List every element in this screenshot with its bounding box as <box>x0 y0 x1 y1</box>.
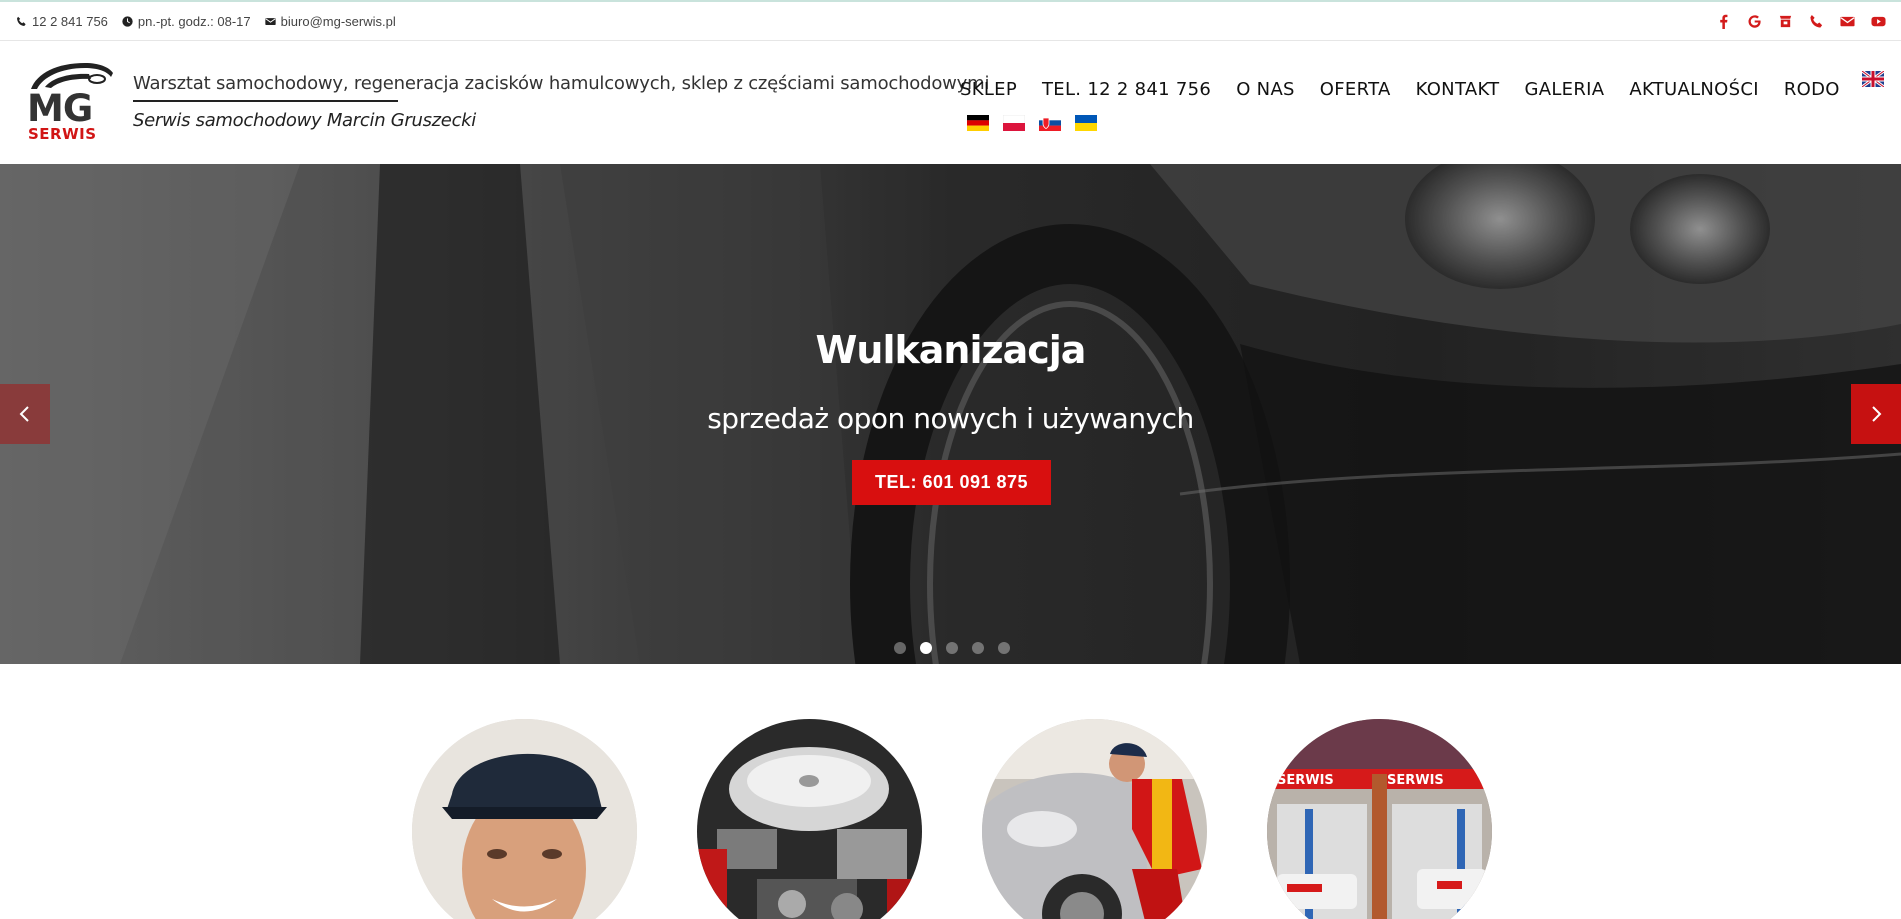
youtube-icon[interactable] <box>1869 13 1887 31</box>
hero-phone-button[interactable]: TEL: 601 091 875 <box>852 460 1051 505</box>
flag-pl-icon[interactable] <box>1002 114 1026 132</box>
topbar-hours: pn.-pt. godz.: 08-17 <box>122 14 251 29</box>
topbar-email-text: biuro@mg-serwis.pl <box>280 14 396 29</box>
nav-item-galeria[interactable]: GALERIA <box>1524 79 1604 100</box>
topbar-hours-text: pn.-pt. godz.: 08-17 <box>137 14 251 29</box>
slider-dot[interactable] <box>946 642 958 654</box>
slider-dot[interactable] <box>894 642 906 654</box>
svg-text:SERWIS: SERWIS <box>28 125 97 143</box>
bag-icon[interactable] <box>1776 13 1794 31</box>
svg-text:MG: MG <box>27 87 92 130</box>
mail-icon[interactable] <box>1838 13 1856 31</box>
nav-item-o-nas[interactable]: O NAS <box>1236 79 1295 100</box>
flag-en-icon[interactable] <box>1862 71 1884 87</box>
nav-item-oferta[interactable]: OFERTA <box>1320 79 1391 100</box>
nav-item-aktualnosci[interactable]: AKTUALNOŚCI <box>1629 79 1758 100</box>
social-links <box>1714 2 1887 41</box>
tagline-divider <box>133 100 398 102</box>
main-nav: SKLEP TEL. 12 2 841 756 O NAS OFERTA KON… <box>960 79 1840 100</box>
feature-circles: SERWIS SERWIS <box>0 719 1901 919</box>
hero-slider: Wulkanizacja sprzedaż opon nowych i używ… <box>0 164 1901 664</box>
svg-text:SERWIS: SERWIS <box>1387 773 1444 788</box>
feature-image-car-repair[interactable] <box>982 719 1207 919</box>
nav-item-rodo[interactable]: RODO <box>1784 79 1840 100</box>
phone-icon <box>17 16 26 26</box>
slider-dot[interactable] <box>998 642 1010 654</box>
slider-dots <box>894 642 1010 654</box>
slider-dot[interactable] <box>920 642 932 654</box>
top-bar: 12 2 841 756 pn.-pt. godz.: 08-17 biuro@… <box>0 0 1901 41</box>
feature-image-mechanic[interactable] <box>412 719 637 919</box>
svg-text:SERWIS: SERWIS <box>1277 773 1334 788</box>
feature-image-engine[interactable] <box>697 719 922 919</box>
feature-image-workshop[interactable]: SERWIS SERWIS <box>1267 719 1492 919</box>
flag-sk-icon[interactable] <box>1039 115 1061 131</box>
site-tagline: Warsztat samochodowy, regeneracja zacisk… <box>133 73 990 94</box>
flag-de-icon[interactable] <box>967 115 989 131</box>
nav-item-kontakt[interactable]: KONTAKT <box>1416 79 1500 100</box>
chevron-left-icon <box>19 406 29 422</box>
chevron-right-icon <box>1872 406 1882 422</box>
site-header: MG SERWIS Warsztat samochodowy, regenera… <box>0 41 1901 164</box>
language-flags <box>967 114 1097 132</box>
phone-icon[interactable] <box>1807 13 1825 31</box>
clock-icon <box>122 16 133 27</box>
slider-next-button[interactable] <box>1851 384 1901 444</box>
slider-dot[interactable] <box>972 642 984 654</box>
mg-serwis-logo[interactable]: MG SERWIS <box>27 59 115 143</box>
hero-title: Wulkanizacja <box>815 328 1087 372</box>
site-subtitle: Serwis samochodowy Marcin Gruszecki <box>133 110 476 131</box>
topbar-phone[interactable]: 12 2 841 756 <box>16 14 108 29</box>
envelope-icon <box>265 18 276 25</box>
google-icon[interactable] <box>1745 13 1763 31</box>
topbar-phone-text: 12 2 841 756 <box>32 14 108 29</box>
facebook-icon[interactable] <box>1714 13 1732 31</box>
slider-prev-button[interactable] <box>0 384 50 444</box>
nav-item-phone[interactable]: TEL. 12 2 841 756 <box>1042 79 1211 100</box>
hero-subtitle: sprzedaż opon nowych i używanych <box>707 402 1194 435</box>
nav-item-sklep[interactable]: SKLEP <box>960 79 1017 100</box>
flag-ua-icon[interactable] <box>1075 115 1097 131</box>
topbar-email[interactable]: biuro@mg-serwis.pl <box>265 14 396 29</box>
contact-info: 12 2 841 756 pn.-pt. godz.: 08-17 biuro@… <box>16 2 396 41</box>
